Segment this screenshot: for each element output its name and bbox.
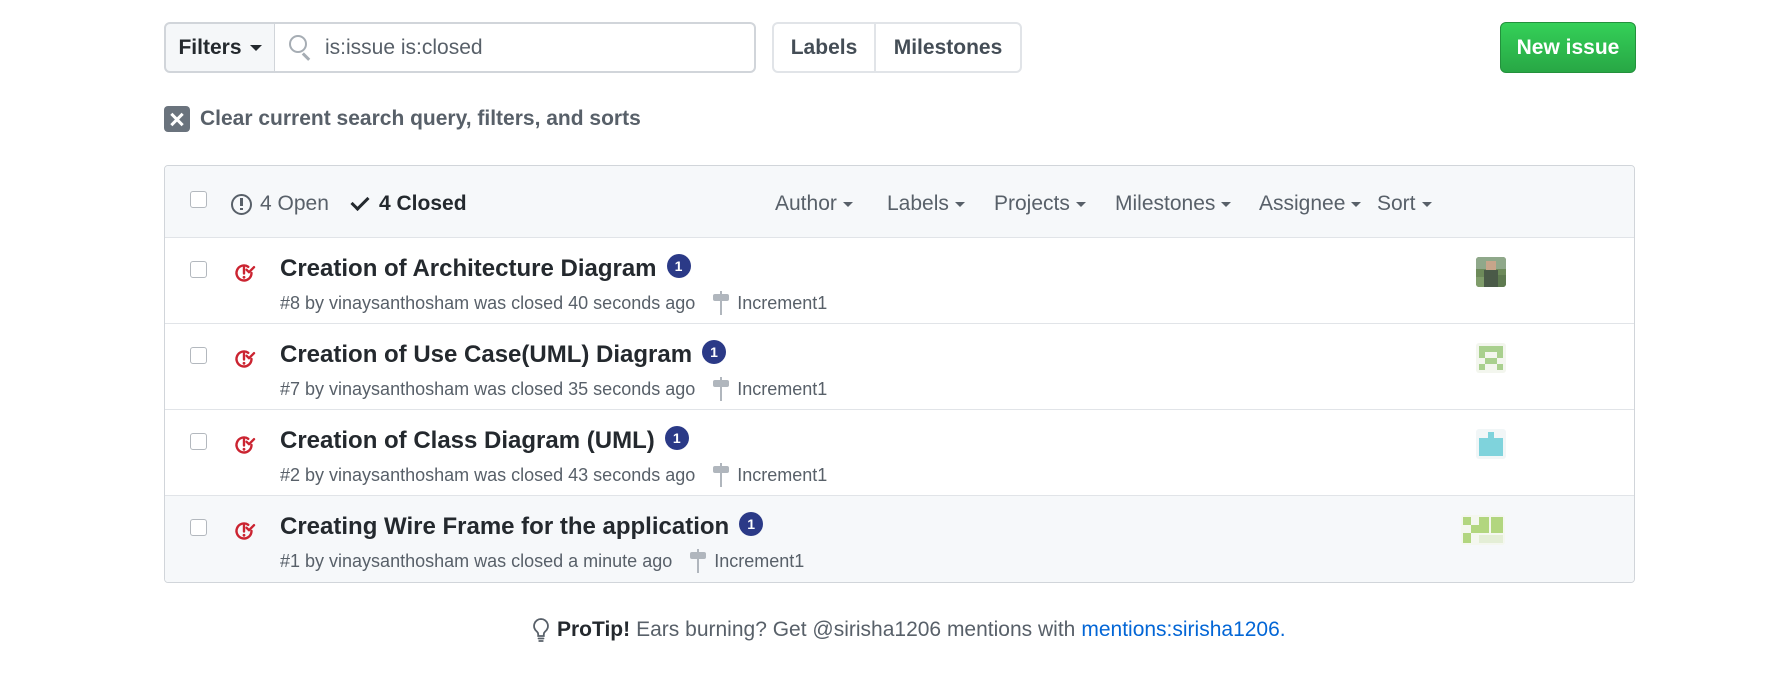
issue-title[interactable]: Creation of Class Diagram (UML) [280, 427, 655, 455]
clear-query-text[interactable]: Clear current search query, filters, and… [200, 107, 641, 131]
sort-filter[interactable]: Sort [1377, 192, 1432, 216]
select-all-checkbox[interactable] [190, 191, 207, 208]
protip-text: Ears burning? Get @sirisha1206 mentions … [636, 618, 1076, 641]
issues-list: 4 Open 4 Closed Author Labels Projects M… [164, 165, 1635, 583]
check-icon [350, 191, 370, 211]
protip-suffix: . [1279, 618, 1286, 641]
milestone-icon [713, 463, 730, 487]
issue-row[interactable]: Creation of Use Case(UML) Diagram 1 #7 b… [165, 324, 1634, 410]
mentions-link[interactable]: mentions:sirisha1206 [1081, 618, 1279, 642]
milestone-label[interactable]: Increment1 [737, 293, 827, 314]
comment-count-badge[interactable]: 1 [666, 254, 691, 278]
author-filter-label: Author [775, 192, 837, 215]
chevron-down-icon [1075, 201, 1086, 207]
issue-meta-text: #1 by vinaysanthosham was closed a minut… [280, 550, 673, 571]
search-icon [289, 34, 315, 61]
issue-closed-icon [235, 350, 256, 368]
projects-filter[interactable]: Projects [994, 192, 1086, 216]
issue-row[interactable]: Creation of Architecture Diagram 1 #8 by… [165, 238, 1634, 324]
chevron-down-icon [1421, 201, 1432, 207]
assignee-filter[interactable]: Assignee [1259, 192, 1362, 216]
clear-query-link[interactable]: Clear current search query, filters, and… [164, 106, 641, 132]
issue-meta: #8 by vinaysanthosham was closed 40 seco… [280, 291, 827, 315]
comment-count-badge[interactable]: 1 [739, 512, 764, 536]
issue-closed-icon [235, 436, 256, 454]
assignee-avatar[interactable] [1476, 429, 1506, 459]
labels-button[interactable]: Labels [772, 22, 876, 73]
issue-meta-text: #8 by vinaysanthosham was closed 40 seco… [280, 292, 696, 313]
assignee-avatar[interactable] [1461, 515, 1505, 545]
issue-checkbox[interactable] [190, 519, 207, 536]
open-count-label: 4 Open [260, 192, 329, 215]
milestone-icon [690, 549, 707, 573]
lightbulb-icon [533, 618, 549, 642]
issue-meta-text: #2 by vinaysanthosham was closed 43 seco… [280, 464, 696, 485]
filters-label: Filters [178, 35, 242, 59]
filters-button[interactable]: Filters [164, 22, 276, 73]
labels-button-label: Labels [790, 35, 858, 59]
labels-filter[interactable]: Labels [887, 192, 965, 216]
milestone-label[interactable]: Increment1 [737, 465, 827, 486]
milestone-icon [713, 291, 730, 315]
milestone-link[interactable]: Increment1 [690, 549, 804, 573]
issue-checkbox[interactable] [190, 347, 207, 364]
issue-title[interactable]: Creating Wire Frame for the application [280, 513, 729, 541]
chevron-down-icon [842, 201, 853, 207]
issue-title[interactable]: Creation of Use Case(UML) Diagram [280, 341, 692, 369]
issue-row[interactable]: Creating Wire Frame for the application … [165, 496, 1634, 582]
issue-title[interactable]: Creation of Architecture Diagram [280, 255, 657, 283]
protip-label: ProTip! [557, 618, 631, 641]
new-issue-button[interactable]: New issue [1500, 22, 1636, 73]
issues-list-header: 4 Open 4 Closed Author Labels Projects M… [165, 166, 1634, 238]
projects-filter-label: Projects [994, 192, 1070, 215]
chevron-down-icon [249, 44, 262, 51]
assignee-avatar[interactable] [1476, 257, 1506, 287]
chevron-down-icon [954, 201, 965, 207]
issue-closed-icon [235, 264, 256, 282]
assignee-filter-label: Assignee [1259, 192, 1346, 215]
issue-checkbox[interactable] [190, 261, 207, 278]
issue-closed-icon [235, 522, 256, 540]
issue-meta-text: #7 by vinaysanthosham was closed 35 seco… [280, 378, 696, 399]
search-input[interactable] [325, 35, 725, 60]
milestones-filter[interactable]: Milestones [1115, 192, 1232, 216]
issue-title-link[interactable]: Creating Wire Frame for the application … [280, 512, 764, 541]
issue-title-link[interactable]: Creation of Architecture Diagram 1 [280, 254, 691, 283]
close-icon[interactable] [164, 106, 190, 132]
issue-checkbox[interactable] [190, 433, 207, 450]
closed-issues-tab[interactable]: 4 Closed [350, 191, 467, 216]
milestone-icon [713, 377, 730, 401]
sort-filter-label: Sort [1377, 192, 1416, 215]
comment-count-badge[interactable]: 1 [702, 340, 727, 364]
issue-opened-icon [231, 193, 252, 215]
issue-title-link[interactable]: Creation of Class Diagram (UML) 1 [280, 426, 689, 455]
milestone-label[interactable]: Increment1 [737, 379, 827, 400]
milestone-link[interactable]: Increment1 [713, 377, 827, 401]
milestone-link[interactable]: Increment1 [713, 291, 827, 315]
issue-meta: #2 by vinaysanthosham was closed 43 seco… [280, 463, 827, 487]
chevron-down-icon [1221, 201, 1232, 207]
new-issue-label: New issue [1516, 35, 1620, 59]
issue-title-link[interactable]: Creation of Use Case(UML) Diagram 1 [280, 340, 727, 369]
milestones-button[interactable]: Milestones [874, 22, 1022, 73]
milestones-button-label: Milestones [893, 35, 1003, 59]
milestone-link[interactable]: Increment1 [713, 463, 827, 487]
search-box[interactable] [275, 22, 756, 73]
milestone-label[interactable]: Increment1 [714, 551, 804, 572]
comment-count-badge[interactable]: 1 [664, 426, 689, 450]
author-filter[interactable]: Author [775, 192, 853, 216]
open-issues-tab[interactable]: 4 Open [231, 192, 329, 216]
assignee-avatar[interactable] [1476, 343, 1506, 373]
closed-count-label: 4 Closed [379, 192, 467, 215]
issue-meta: #7 by vinaysanthosham was closed 35 seco… [280, 377, 827, 401]
protip: ProTip! Ears burning? Get @sirisha1206 m… [531, 617, 1286, 643]
issue-meta: #1 by vinaysanthosham was closed a minut… [280, 549, 804, 573]
chevron-down-icon [1351, 201, 1362, 207]
milestones-filter-label: Milestones [1115, 192, 1216, 215]
labels-filter-label: Labels [887, 192, 949, 215]
issue-row[interactable]: Creation of Class Diagram (UML) 1 #2 by … [165, 410, 1634, 496]
